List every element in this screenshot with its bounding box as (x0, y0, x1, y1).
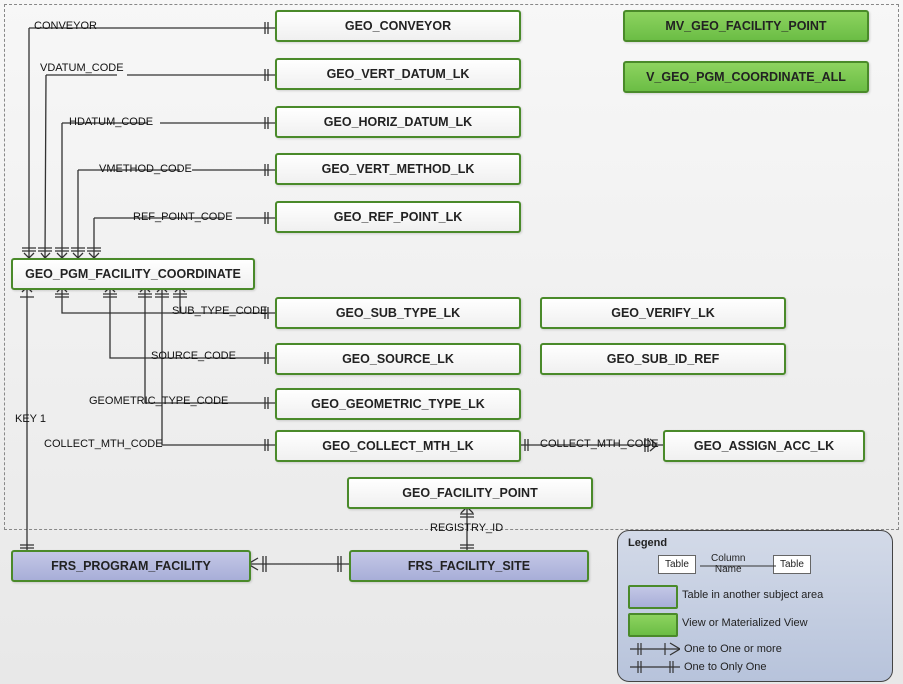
entity-geo-geometric-type: GEO_GEOMETRIC_TYPE_LK (275, 388, 521, 420)
label: MV_GEO_FACILITY_POINT (665, 19, 826, 33)
label: FRS_FACILITY_SITE (408, 559, 530, 573)
entity-geo-ref-point: GEO_REF_POINT_LK (275, 201, 521, 233)
label: GEO_SUB_TYPE_LK (336, 306, 460, 320)
entity-geo-source: GEO_SOURCE_LK (275, 343, 521, 375)
label-collect-2: COLLECT_MTH_CODE (540, 438, 659, 450)
label: GEO_REF_POINT_LK (334, 210, 463, 224)
label-ref-point: REF_POINT_CODE (133, 211, 233, 223)
entity-geo-collect-mth: GEO_COLLECT_MTH_LK (275, 430, 521, 462)
entity-geo-conveyor: GEO_CONVEYOR (275, 10, 521, 42)
label: GEO_COLLECT_MTH_LK (322, 439, 473, 453)
entity-geo-verify: GEO_VERIFY_LK (540, 297, 786, 329)
entity-geo-vert-datum: GEO_VERT_DATUM_LK (275, 58, 521, 90)
legend-panel: Legend Table ColumnName Table Table in a… (617, 530, 893, 682)
label-vdatum: VDATUM_CODE (40, 62, 124, 74)
label-geometric: GEOMETRIC_TYPE_CODE (89, 395, 228, 407)
label: GEO_SUB_ID_REF (607, 352, 720, 366)
entity-geo-facility-point: GEO_FACILITY_POINT (347, 477, 593, 509)
label-sub-type: SUB_TYPE_CODE (172, 305, 267, 317)
label-conveyor: CONVEYOR (34, 20, 97, 32)
label-hdatum: HDATUM_CODE (69, 116, 153, 128)
legend-one-only: One to Only One (684, 661, 767, 673)
entity-mv-geo-facility-point: MV_GEO_FACILITY_POINT (623, 10, 869, 42)
entity-v-geo-pgm-coordinate-all: V_GEO_PGM_COORDINATE_ALL (623, 61, 869, 93)
legend-one-more: One to One or more (684, 643, 782, 655)
entity-geo-assign-acc: GEO_ASSIGN_ACC_LK (663, 430, 865, 462)
label: GEO_SOURCE_LK (342, 352, 454, 366)
label: GEO_GEOMETRIC_TYPE_LK (311, 397, 485, 411)
entity-geo-sub-id-ref: GEO_SUB_ID_REF (540, 343, 786, 375)
entity-geo-vert-method: GEO_VERT_METHOD_LK (275, 153, 521, 185)
label: GEO_VERT_METHOD_LK (322, 162, 475, 176)
entity-frs-facility-site: FRS_FACILITY_SITE (349, 550, 589, 582)
label: FRS_PROGRAM_FACILITY (51, 559, 211, 573)
entity-frs-program-facility: FRS_PROGRAM_FACILITY (11, 550, 251, 582)
label: GEO_VERT_DATUM_LK (327, 67, 470, 81)
label-key: KEY 1 (15, 413, 46, 425)
label: GEO_ASSIGN_ACC_LK (694, 439, 834, 453)
legend-one-only-icon (630, 659, 680, 675)
entity-geo-horiz-datum: GEO_HORIZ_DATUM_LK (275, 106, 521, 138)
label: GEO_FACILITY_POINT (402, 486, 537, 500)
legend-table-1: Table (658, 555, 696, 574)
label: GEO_CONVEYOR (345, 19, 451, 33)
legend-table-2: Table (773, 555, 811, 574)
label-source: SOURCE_CODE (151, 350, 236, 362)
legend-swatch-blue (628, 585, 678, 609)
entity-geo-sub-type: GEO_SUB_TYPE_LK (275, 297, 521, 329)
label-registry: REGISTRY_ID (430, 522, 503, 534)
label-vmethod: VMETHOD_CODE (99, 163, 192, 175)
legend-title: Legend (628, 537, 667, 549)
label: V_GEO_PGM_COORDINATE_ALL (646, 70, 846, 84)
legend-swatch-green (628, 613, 678, 637)
label: GEO_PGM_FACILITY_COORDINATE (25, 267, 241, 281)
label: GEO_VERIFY_LK (611, 306, 715, 320)
legend-view: View or Materialized View (682, 617, 808, 629)
legend-other-area: Table in another subject area (682, 589, 823, 601)
label-collect-1: COLLECT_MTH_CODE (44, 438, 163, 450)
label: GEO_HORIZ_DATUM_LK (324, 115, 472, 129)
entity-geo-pgm-facility-coordinate: GEO_PGM_FACILITY_COORDINATE (11, 258, 255, 290)
legend-one-more-icon (630, 641, 680, 657)
